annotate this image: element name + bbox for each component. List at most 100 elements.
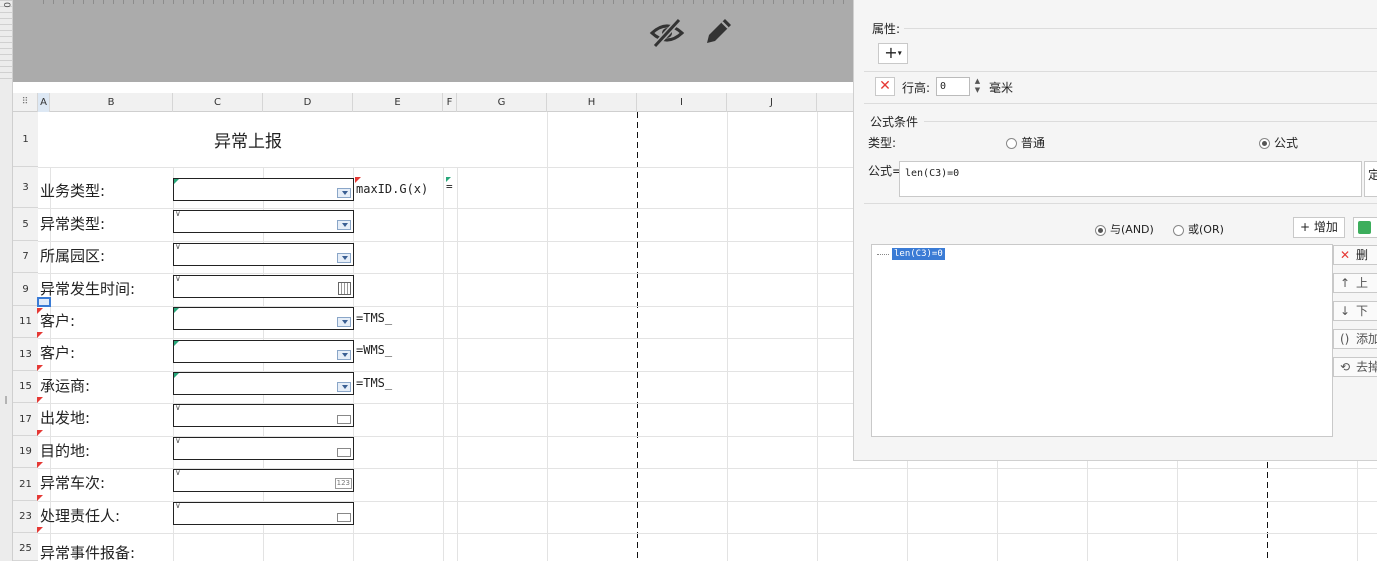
row-header-25[interactable]: 25	[13, 533, 38, 561]
dropdown-arrow-icon[interactable]	[337, 188, 351, 198]
park-dropdown[interactable]: ∨	[173, 242, 354, 266]
responsible-text-input[interactable]: ∨	[173, 501, 354, 525]
logic-and-label: 与(AND)	[1110, 223, 1154, 236]
condition-tool-button[interactable]	[1353, 217, 1377, 238]
move-down-button[interactable]: ↓ 下	[1333, 301, 1377, 321]
remove-bracket-label: 去掉	[1356, 360, 1377, 374]
row-header-1[interactable]: 1	[13, 112, 38, 167]
field-label-responsible: 处理责任人:	[40, 507, 121, 525]
add-bracket-label: 添加	[1356, 332, 1377, 346]
delete-icon: ✕	[1340, 248, 1351, 262]
select-all-corner[interactable]: ⠿	[13, 93, 38, 112]
row-header-17[interactable]: 17	[13, 403, 38, 436]
row-header-7[interactable]: 7	[13, 241, 38, 273]
dropdown-arrow-icon[interactable]	[337, 220, 351, 230]
cell-marker-icon	[37, 495, 43, 501]
type-option-formula[interactable]: 公式	[1259, 134, 1298, 151]
splitter-grip-icon[interactable]: ‖	[4, 395, 8, 404]
formula-input[interactable]: len(C3)=0	[899, 161, 1362, 197]
horizontal-ruler	[43, 0, 853, 4]
logic-and-option[interactable]: 与(AND)	[1095, 221, 1154, 237]
header-preview-area	[13, 0, 853, 82]
move-up-button[interactable]: ↑ 上	[1333, 273, 1377, 293]
col-header-h[interactable]: H	[547, 93, 637, 112]
remove-bracket-button[interactable]: ⟲ 去掉	[1333, 357, 1377, 377]
row-header-13[interactable]: 13	[13, 338, 38, 371]
report-title[interactable]: 异常上报	[38, 112, 458, 167]
formula-cell-wms-customer[interactable]: =WMS_	[356, 343, 392, 357]
col-header-a[interactable]: A	[38, 93, 50, 112]
occur-time-date-picker[interactable]: ∨	[173, 274, 354, 298]
plus-icon: +	[1300, 220, 1314, 234]
origin-text-input[interactable]: ∨	[173, 403, 354, 427]
row-header-3[interactable]: 3	[13, 167, 38, 208]
cell-marker-icon	[37, 365, 43, 371]
ruler-number: 0	[1, 2, 11, 8]
add-bracket-button[interactable]: () 添加	[1333, 329, 1377, 349]
col-header-f[interactable]: F	[443, 93, 457, 112]
col-header-d[interactable]: D	[263, 93, 353, 112]
formula-cell-maxid[interactable]: maxID.G(x)	[356, 182, 428, 196]
properties-panel: 属性: +▾ ✕ 行高: 0 ▲ ▼ 毫米 公式条件 类型: 普通 公式 公式= …	[853, 0, 1377, 461]
hide-eye-icon[interactable]	[649, 17, 685, 49]
textbox-icon	[337, 513, 351, 522]
radio-or[interactable]	[1173, 224, 1184, 236]
radio-formula[interactable]	[1259, 138, 1270, 149]
formula-define-button[interactable]: 定	[1364, 161, 1377, 197]
move-down-label: 下	[1356, 304, 1369, 318]
train-number-input[interactable]: ∨ 123	[173, 468, 354, 492]
row-header-9[interactable]: 9	[13, 273, 38, 306]
remove-property-button[interactable]: ✕	[875, 77, 895, 96]
dropdown-arrow-icon[interactable]	[337, 253, 351, 263]
number-widget-icon: 123	[334, 478, 352, 489]
customer-tms-dropdown[interactable]	[173, 307, 354, 330]
formula-cell-tms-carrier[interactable]: =TMS_	[356, 376, 392, 390]
logic-or-option[interactable]: 或(OR)	[1173, 221, 1224, 237]
green-marker-icon	[446, 177, 451, 182]
logic-or-label: 或(OR)	[1188, 223, 1224, 236]
row-height-spinner-icon[interactable]: ▲ ▼	[972, 77, 983, 96]
textbox-icon	[337, 415, 351, 424]
row-header-5[interactable]: 5	[13, 208, 38, 241]
plus-icon: +	[884, 43, 898, 62]
row-header-11[interactable]: 11	[13, 306, 38, 338]
destination-text-input[interactable]: ∨	[173, 436, 354, 460]
row-header-19[interactable]: 19	[13, 436, 38, 468]
formula-cell-tms-customer[interactable]: =TMS_	[356, 311, 392, 325]
dropdown-arrow-icon[interactable]	[337, 350, 351, 360]
add-condition-button[interactable]: + 增加	[1293, 217, 1345, 238]
exception-type-dropdown[interactable]: ∨	[173, 209, 354, 233]
green-marker-icon	[174, 373, 179, 378]
customer-wms-dropdown[interactable]	[173, 340, 354, 363]
green-marker-icon	[174, 308, 179, 313]
dropdown-arrow-icon[interactable]	[337, 382, 351, 392]
row-header-15[interactable]: 15	[13, 371, 38, 403]
condition-item[interactable]: len(C3)=0	[877, 248, 945, 260]
business-type-dropdown[interactable]	[173, 178, 354, 201]
carrier-dropdown[interactable]	[173, 372, 354, 395]
row-height-input[interactable]: 0	[936, 77, 970, 96]
col-header-g[interactable]: G	[457, 93, 547, 112]
cell-tick-icon: ∨	[175, 501, 181, 510]
cell-tick-icon: ∨	[175, 468, 181, 477]
col-header-i[interactable]: I	[637, 93, 727, 112]
type-option-normal[interactable]: 普通	[1006, 134, 1045, 151]
condition-list[interactable]: len(C3)=0	[871, 244, 1333, 437]
col-header-c[interactable]: C	[173, 93, 263, 112]
field-label-exception-type: 异常类型:	[40, 215, 106, 233]
edit-pencil-icon[interactable]	[701, 15, 735, 49]
green-marker-icon	[174, 341, 179, 346]
add-property-button[interactable]: +▾	[878, 43, 908, 64]
row-header-23[interactable]: 23	[13, 501, 38, 533]
row-header-21[interactable]: 21	[13, 468, 38, 501]
delete-condition-label: 删	[1356, 248, 1369, 262]
col-header-j[interactable]: J	[727, 93, 817, 112]
dropdown-arrow-icon[interactable]	[337, 317, 351, 327]
calendar-icon[interactable]	[338, 282, 351, 295]
delete-condition-button[interactable]: ✕ 删	[1333, 245, 1377, 265]
radio-and[interactable]	[1095, 224, 1106, 236]
col-header-b[interactable]: B	[50, 93, 173, 112]
field-label-event-report: 异常事件报备:	[40, 544, 136, 561]
radio-normal[interactable]	[1006, 138, 1017, 149]
col-header-e[interactable]: E	[353, 93, 443, 112]
